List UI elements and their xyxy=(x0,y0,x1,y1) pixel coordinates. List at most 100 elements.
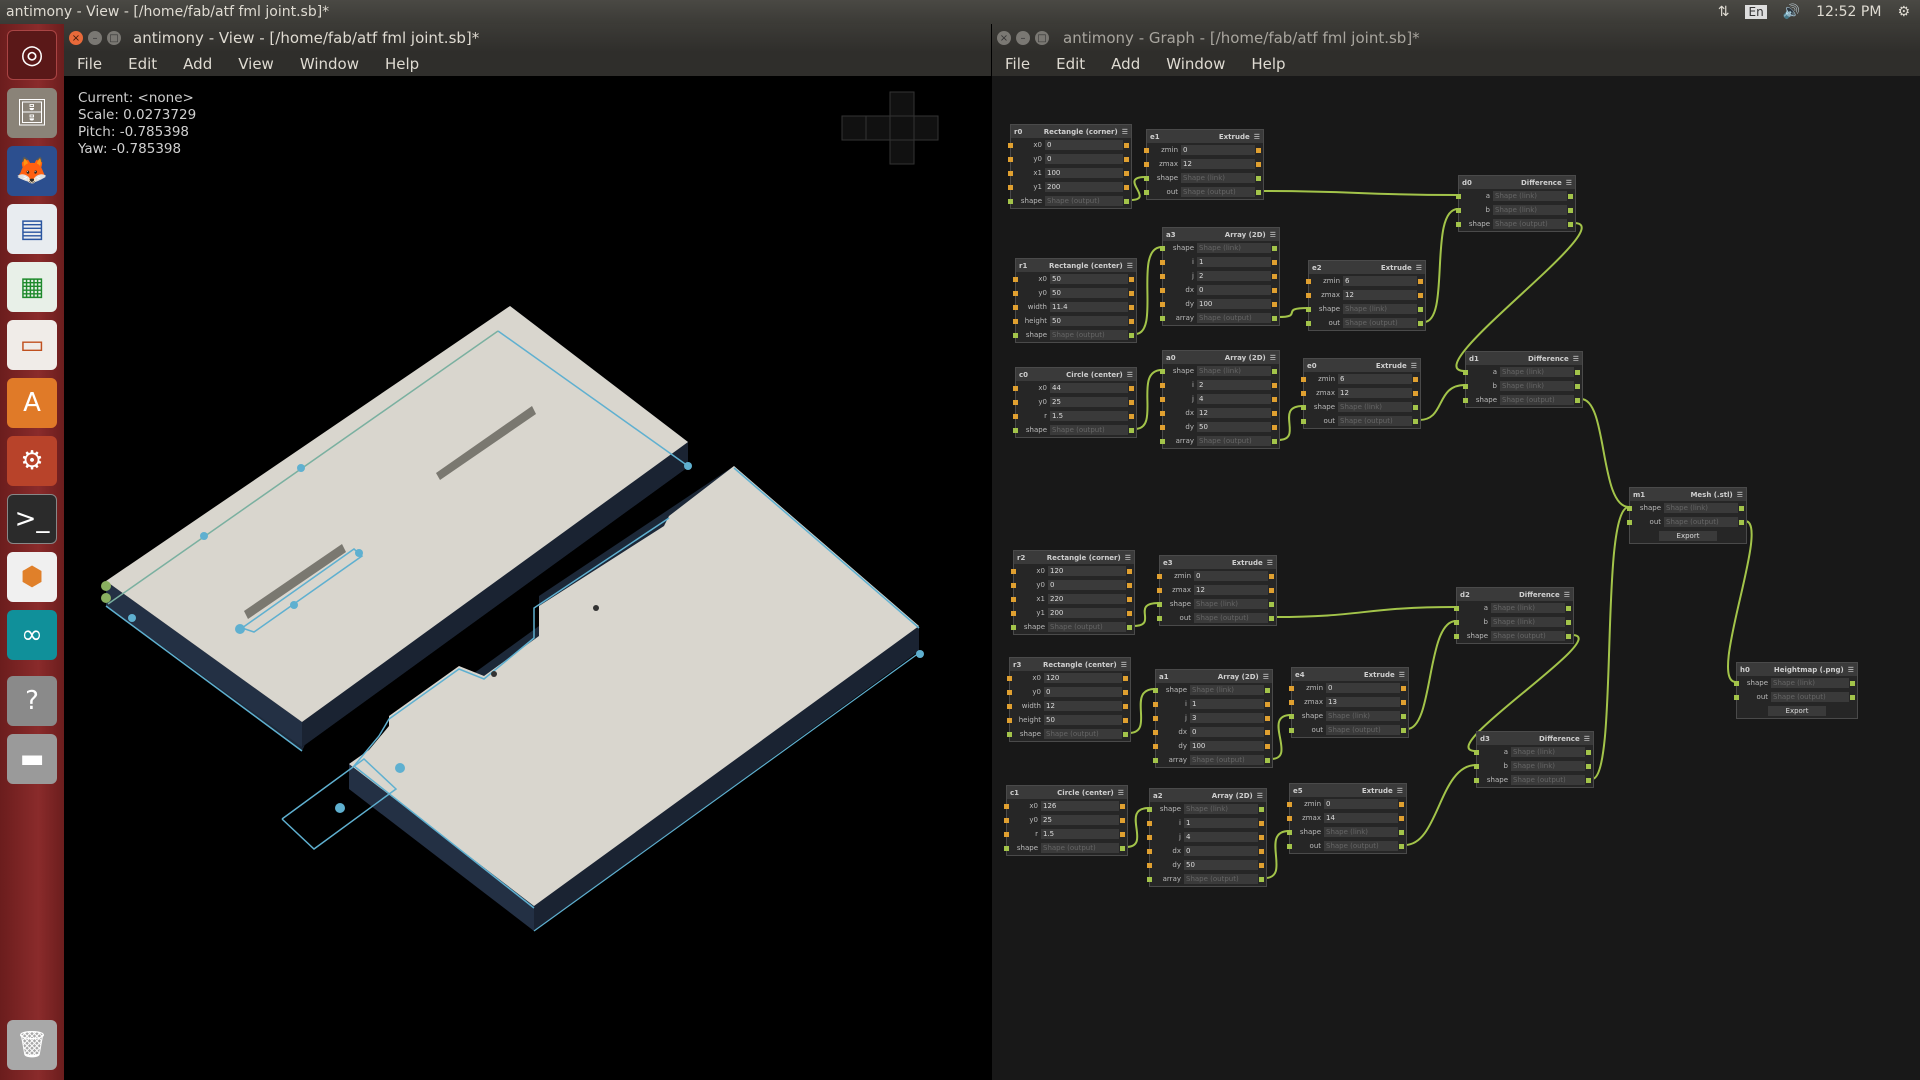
3d-model-render[interactable] xyxy=(64,76,991,1080)
graph-node-d3[interactable]: d3 Difference ☰ a Shape (link) b Shape (link) s… xyxy=(1474,731,1594,788)
node-menu-icon[interactable]: ☰ xyxy=(1270,354,1276,362)
input-pin-icon[interactable] xyxy=(1456,193,1461,199)
output-pin-icon[interactable] xyxy=(1399,829,1404,835)
output-pin-icon[interactable] xyxy=(1418,278,1423,284)
input-pin-icon[interactable] xyxy=(1306,306,1311,312)
port-value-field[interactable]: 1 xyxy=(1190,699,1264,709)
output-pin-icon[interactable] xyxy=(1401,685,1406,691)
port-value-field[interactable]: Shape (link) xyxy=(1324,827,1398,837)
export-button[interactable]: Export xyxy=(1767,706,1827,716)
port-value-field[interactable]: 120 xyxy=(1044,673,1122,683)
port-value-field[interactable]: 120 xyxy=(1048,566,1126,576)
input-pin-icon[interactable] xyxy=(1144,189,1149,195)
input-pin-icon[interactable] xyxy=(1301,376,1306,382)
output-pin-icon[interactable] xyxy=(1272,424,1277,430)
output-pin-icon[interactable] xyxy=(1124,170,1129,176)
output-pin-icon[interactable] xyxy=(1269,615,1274,621)
output-pin-icon[interactable] xyxy=(1575,383,1580,389)
port-value-field[interactable]: Shape (output) xyxy=(1343,318,1417,328)
graph-node-c1[interactable]: c1 Circle (center) ☰ x0 126 y0 25 r 1.5 shape Shap… xyxy=(1004,785,1128,856)
input-pin-icon[interactable] xyxy=(1004,845,1009,851)
port-value-field[interactable]: 4 xyxy=(1184,832,1258,842)
input-pin-icon[interactable] xyxy=(1153,757,1158,763)
output-pin-icon[interactable] xyxy=(1413,418,1418,424)
input-pin-icon[interactable] xyxy=(1306,278,1311,284)
node-menu-icon[interactable]: ☰ xyxy=(1122,128,1128,136)
output-pin-icon[interactable] xyxy=(1127,610,1132,616)
port-value-field[interactable]: Shape (output) xyxy=(1197,436,1271,446)
input-pin-icon[interactable] xyxy=(1013,318,1018,324)
output-pin-icon[interactable] xyxy=(1256,147,1261,153)
graph-node-e4[interactable]: e4 Extrude ☰ zmin 0 zmax 13 shape Shape (link) ou… xyxy=(1289,667,1409,738)
input-pin-icon[interactable] xyxy=(1157,615,1162,621)
node-header[interactable]: r1 Rectangle (center) ☰ xyxy=(1016,259,1136,272)
input-pin-icon[interactable] xyxy=(1008,156,1013,162)
input-pin-icon[interactable] xyxy=(1287,815,1292,821)
input-pin-icon[interactable] xyxy=(1011,582,1016,588)
input-pin-icon[interactable] xyxy=(1013,427,1018,433)
graph-node-a3[interactable]: a3 Array (2D) ☰ shape Shape (link) i 1 j 2 dx 0 dy 1… xyxy=(1160,227,1280,326)
output-pin-icon[interactable] xyxy=(1256,161,1261,167)
graph-node-e3[interactable]: e3 Extrude ☰ zmin 0 zmax 12 shape Shape (link) ou… xyxy=(1157,555,1277,626)
close-icon[interactable]: × xyxy=(997,31,1011,45)
output-pin-icon[interactable] xyxy=(1259,862,1264,868)
output-pin-icon[interactable] xyxy=(1575,369,1580,375)
output-pin-icon[interactable] xyxy=(1120,803,1125,809)
output-pin-icon[interactable] xyxy=(1259,806,1264,812)
node-header[interactable]: c1 Circle (center) ☰ xyxy=(1007,786,1127,799)
output-pin-icon[interactable] xyxy=(1259,848,1264,854)
input-pin-icon[interactable] xyxy=(1013,399,1018,405)
node-header[interactable]: d3 Difference ☰ xyxy=(1477,732,1593,745)
node-menu-icon[interactable]: ☰ xyxy=(1125,554,1131,562)
input-pin-icon[interactable] xyxy=(1007,689,1012,695)
view-menu-edit[interactable]: Edit xyxy=(115,55,170,73)
output-pin-icon[interactable] xyxy=(1129,427,1134,433)
port-value-field[interactable]: 12 xyxy=(1343,290,1417,300)
port-value-field[interactable]: 200 xyxy=(1048,608,1126,618)
input-pin-icon[interactable] xyxy=(1004,831,1009,837)
port-value-field[interactable]: Shape (link) xyxy=(1190,685,1264,695)
port-value-field[interactable]: 1.5 xyxy=(1050,411,1128,421)
input-pin-icon[interactable] xyxy=(1160,410,1165,416)
output-pin-icon[interactable] xyxy=(1259,820,1264,826)
arduino-icon[interactable]: ∞ xyxy=(7,610,57,660)
impress-icon[interactable]: ▭ xyxy=(7,320,57,370)
view-menu-help[interactable]: Help xyxy=(372,55,432,73)
output-pin-icon[interactable] xyxy=(1272,396,1277,402)
output-pin-icon[interactable] xyxy=(1120,817,1125,823)
input-pin-icon[interactable] xyxy=(1160,245,1165,251)
port-value-field[interactable]: Shape (link) xyxy=(1771,678,1849,688)
port-value-field[interactable]: 50 xyxy=(1184,860,1258,870)
view-cube-icon[interactable] xyxy=(841,91,939,165)
graph-menu-add[interactable]: Add xyxy=(1098,55,1153,73)
output-pin-icon[interactable] xyxy=(1129,332,1134,338)
input-pin-icon[interactable] xyxy=(1008,142,1013,148)
node-header[interactable]: r3 Rectangle (center) ☰ xyxy=(1010,658,1130,671)
port-value-field[interactable]: Shape (link) xyxy=(1338,402,1412,412)
port-value-field[interactable]: 0 xyxy=(1326,683,1400,693)
port-value-field[interactable]: Shape (link) xyxy=(1491,603,1565,613)
minimize-icon[interactable]: – xyxy=(1016,31,1030,45)
input-pin-icon[interactable] xyxy=(1627,519,1632,525)
output-pin-icon[interactable] xyxy=(1272,315,1277,321)
output-pin-icon[interactable] xyxy=(1127,568,1132,574)
port-value-field[interactable]: 4 xyxy=(1197,394,1271,404)
terminal-icon[interactable]: >_ xyxy=(7,494,57,544)
input-pin-icon[interactable] xyxy=(1147,876,1152,882)
graph-node-r0[interactable]: r0 Rectangle (corner) ☰ x0 0 y0 0 x1 100 y1 200 sha… xyxy=(1008,124,1132,209)
port-value-field[interactable]: 0 xyxy=(1045,140,1123,150)
output-pin-icon[interactable] xyxy=(1123,717,1128,723)
input-pin-icon[interactable] xyxy=(1008,198,1013,204)
output-pin-icon[interactable] xyxy=(1399,815,1404,821)
node-menu-icon[interactable]: ☰ xyxy=(1399,671,1405,679)
node-header[interactable]: d1 Difference ☰ xyxy=(1466,352,1582,365)
graph-node-d2[interactable]: d2 Difference ☰ a Shape (link) b Shape (link) s… xyxy=(1454,587,1574,644)
port-value-field[interactable]: Shape (link) xyxy=(1197,366,1271,376)
node-graph-canvas[interactable]: r0 Rectangle (corner) ☰ x0 0 y0 0 x1 100 y1 200 sha… xyxy=(992,76,1920,1080)
files-icon[interactable]: 🗄 xyxy=(7,88,57,138)
port-value-field[interactable]: 1.5 xyxy=(1041,829,1119,839)
port-value-field[interactable]: 12 xyxy=(1197,408,1271,418)
port-value-field[interactable]: Shape (output) xyxy=(1044,729,1122,739)
node-header[interactable]: a1 Array (2D) ☰ xyxy=(1156,670,1272,683)
maximize-icon[interactable]: □ xyxy=(107,31,121,45)
